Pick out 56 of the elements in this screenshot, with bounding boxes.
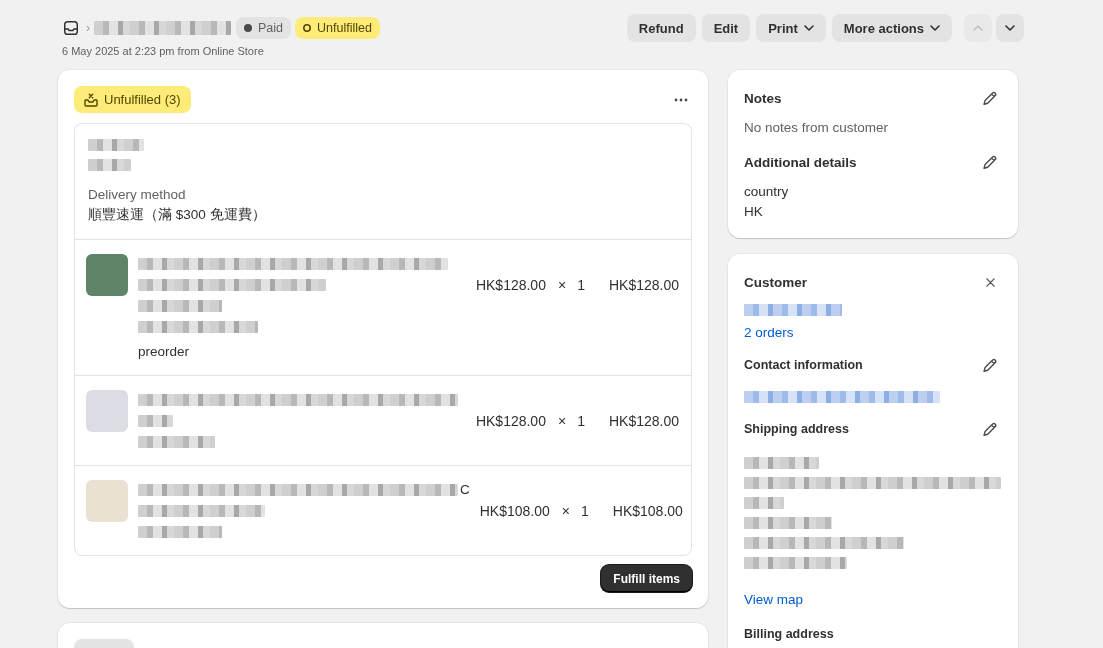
caret-icon — [803, 25, 814, 31]
status-label: Paid — [258, 21, 284, 35]
delivery-label: Delivery method — [88, 186, 187, 204]
pencil-icon — [983, 91, 997, 105]
redacted-text — [88, 139, 144, 151]
line-total: HK$128.00 — [608, 277, 679, 293]
text-link[interactable]: 2 orders — [744, 325, 794, 340]
unit-price: HK$128.00 — [475, 277, 546, 293]
line-total: HK$108.00 — [612, 503, 683, 519]
breadcrumb-separator: › — [86, 21, 90, 35]
section-title: Additional details — [744, 154, 857, 170]
detail-text: HK — [744, 203, 764, 221]
redacted-text — [88, 159, 131, 171]
pencil-icon — [983, 422, 997, 436]
section-title: Notes — [744, 90, 782, 106]
multiply-sign: × — [557, 277, 567, 293]
action-button[interactable]: Edit — [701, 14, 751, 42]
badge-label: Unfulfilled (3) — [104, 92, 181, 107]
delivery-method: 順豐速運（滿 $300 免運費） — [88, 206, 267, 224]
pager-button[interactable] — [996, 14, 1024, 42]
empty-note: No notes from customer — [744, 119, 890, 137]
action-button[interactable]: Refund — [626, 14, 696, 42]
status-ring-icon — [303, 24, 312, 32]
section-title: Shipping address — [744, 422, 849, 436]
product-note: preorder — [138, 344, 190, 359]
section-title: Billing address — [744, 627, 834, 641]
order-date: 6 May 2025 at 2:23 pm from Online Store — [62, 44, 265, 58]
unit-price: HK$108.00 — [479, 503, 550, 519]
unit-price: HK$128.00 — [475, 413, 546, 429]
line-total: HK$128.00 — [608, 413, 679, 429]
status-label: Unfulfilled — [317, 21, 372, 35]
inbox-icon[interactable] — [64, 21, 78, 35]
caret-icon — [930, 25, 940, 31]
detail-text: country — [744, 183, 790, 201]
action-button[interactable]: More actions — [831, 14, 952, 42]
action-button[interactable]: Print — [756, 14, 826, 42]
ellipsis-icon — [674, 97, 688, 102]
fulfill-items-button[interactable]: Fulfill items — [601, 565, 692, 592]
status-dot-icon — [244, 24, 252, 32]
title-fragment: C — [460, 482, 470, 497]
pencil-icon — [983, 358, 997, 372]
multiply-sign: × — [561, 503, 570, 519]
text-link[interactable]: View map — [744, 592, 804, 607]
redacted-text — [138, 414, 173, 427]
section-title: Customer — [744, 274, 807, 290]
section-title: Contact information — [744, 358, 863, 372]
caret-down-icon — [1005, 25, 1015, 31]
caret-up-icon — [973, 25, 983, 31]
multiply-sign: × — [557, 413, 567, 429]
quantity: 1 — [577, 277, 585, 293]
quantity: 1 — [577, 413, 585, 429]
close-icon — [985, 277, 995, 287]
pencil-icon — [983, 155, 997, 169]
box-x-icon — [84, 92, 98, 107]
redacted-text — [744, 497, 784, 509]
quantity: 1 — [581, 503, 589, 519]
